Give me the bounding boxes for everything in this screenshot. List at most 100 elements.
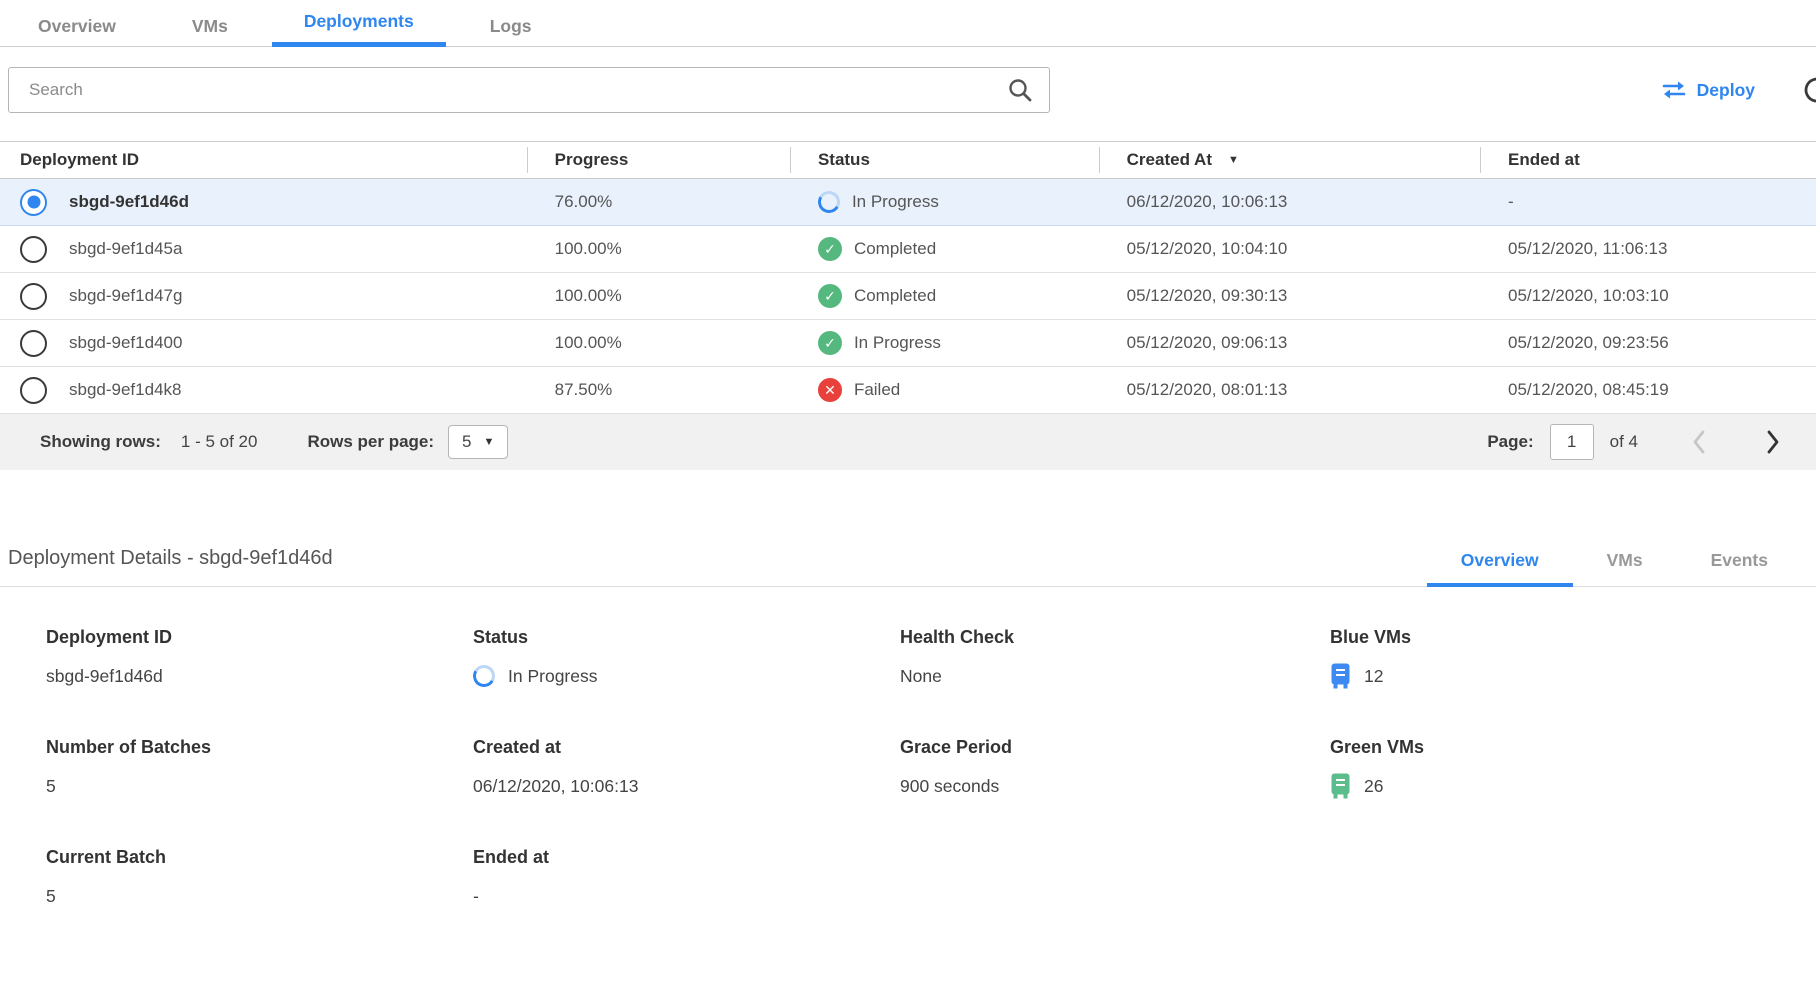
field-created-at: Created at 06/12/2020, 10:06:13 [473,737,900,799]
swap-arrows-icon [1661,79,1687,101]
progress-value: 76.00% [527,192,790,212]
field-status: Status In Progress [473,627,900,689]
table-row[interactable]: sbgd-9ef1d47g 100.00% ✓ Completed 05/12/… [0,273,1816,320]
completed-check-icon: ✓ [818,237,842,261]
search-icon[interactable] [1007,77,1033,103]
pagination: Page: of 4 [1487,424,1782,460]
in-progress-spinner-icon [815,189,842,216]
deploy-button-label: Deploy [1697,80,1755,101]
field-number-of-batches: Number of Batches 5 [46,737,473,799]
main-tab-bar: Overview VMs Deployments Logs [0,0,1816,47]
status-label: Completed [854,286,936,306]
deployment-id: sbgd-9ef1d45a [69,239,182,259]
in-progress-spinner-icon [471,663,498,690]
created-at-value: 05/12/2020, 09:30:13 [1099,286,1480,306]
created-at-value: 05/12/2020, 08:01:13 [1099,380,1480,400]
toolbar-actions: Deploy [1661,74,1816,106]
details-grid: Deployment ID sbgd-9ef1d46d Status In Pr… [0,587,1816,909]
page-label: Page: [1487,432,1533,452]
created-at-value: 06/12/2020, 10:06:13 [1099,192,1480,212]
col-header-progress[interactable]: Progress [527,150,790,170]
col-header-deployment-id[interactable]: Deployment ID [0,150,527,170]
status-label: In Progress [852,192,939,212]
toolbar: Deploy [0,47,1816,135]
deployment-details-section: Deployment Details - sbgd-9ef1d46d Overv… [0,540,1816,909]
completed-check-icon: ✓ [818,284,842,308]
field-health-check: Health Check None [900,627,1330,689]
row-radio[interactable] [20,377,47,404]
row-radio[interactable] [20,283,47,310]
status-label: Completed [854,239,936,259]
deployment-id: sbgd-9ef1d400 [69,333,182,353]
chevron-down-icon: ▼ [484,436,495,448]
tab-deployments[interactable]: Deployments [272,0,446,47]
progress-value: 100.00% [527,239,790,259]
field-blue-vms: Blue VMs 12 [1330,627,1816,689]
deployment-id: sbgd-9ef1d47g [69,286,182,306]
table-header: Deployment ID Progress Status Created At… [0,141,1816,179]
progress-value: 100.00% [527,286,790,306]
ended-at-value: 05/12/2020, 08:45:19 [1480,380,1816,400]
created-at-value: 05/12/2020, 10:04:10 [1099,239,1480,259]
failed-cross-icon: ✕ [818,378,842,402]
deployment-id: sbgd-9ef1d46d [69,192,189,212]
details-tab-overview[interactable]: Overview [1427,540,1573,587]
created-at-value: 05/12/2020, 09:06:13 [1099,333,1480,353]
blue-vm-icon [1330,663,1351,689]
next-page-button[interactable] [1764,429,1782,455]
table-row[interactable]: sbgd-9ef1d45a 100.00% ✓ Completed 05/12/… [0,226,1816,273]
status-cell: ✓ Completed [790,237,1099,261]
page-number-input[interactable] [1550,424,1594,460]
deploy-button[interactable]: Deploy [1661,79,1755,101]
showing-rows-label: Showing rows: [40,432,161,452]
details-title: Deployment Details - sbgd-9ef1d46d [0,547,333,586]
ended-at-value: 05/12/2020, 11:06:13 [1480,239,1816,259]
progress-value: 100.00% [527,333,790,353]
status-label: In Progress [854,333,941,353]
deployments-table: Deployment ID Progress Status Created At… [0,141,1816,470]
field-deployment-id: Deployment ID sbgd-9ef1d46d [46,627,473,689]
field-grace-period: Grace Period 900 seconds [900,737,1330,799]
search-input[interactable] [9,80,1007,100]
table-footer: Showing rows: 1 - 5 of 20 Rows per page:… [0,414,1816,470]
deployment-id: sbgd-9ef1d4k8 [69,380,181,400]
status-cell: In Progress [790,191,1099,213]
rows-per-page-select[interactable]: 5 ▼ [448,425,508,459]
details-tab-events[interactable]: Events [1677,540,1802,587]
col-header-created-at[interactable]: Created At ▼ [1099,150,1480,170]
sort-desc-icon[interactable]: ▼ [1228,154,1239,166]
row-radio[interactable] [20,330,47,357]
rows-per-page-label: Rows per page: [307,432,434,452]
status-cell: ✓ In Progress [790,331,1099,355]
ended-at-value: 05/12/2020, 10:03:10 [1480,286,1816,306]
status-label: Failed [854,380,900,400]
ended-at-value: 05/12/2020, 09:23:56 [1480,333,1816,353]
refresh-icon[interactable] [1801,74,1816,106]
col-header-ended-at[interactable]: Ended at [1480,150,1816,170]
row-radio[interactable] [20,189,47,216]
status-cell: ✓ Completed [790,284,1099,308]
col-header-status[interactable]: Status [790,150,1099,170]
status-cell: ✕ Failed [790,378,1099,402]
search-box [8,67,1050,113]
field-ended-at: Ended at - [473,847,900,909]
completed-check-icon: ✓ [818,331,842,355]
tab-vms[interactable]: VMs [160,4,260,47]
table-row[interactable]: sbgd-9ef1d4k8 87.50% ✕ Failed 05/12/2020… [0,367,1816,414]
progress-value: 87.50% [527,380,790,400]
prev-page-button[interactable] [1690,429,1708,455]
table-row[interactable]: sbgd-9ef1d46d 76.00% In Progress 06/12/2… [0,179,1816,226]
tab-logs[interactable]: Logs [458,4,564,47]
row-radio[interactable] [20,236,47,263]
details-tab-vms[interactable]: VMs [1573,540,1677,587]
table-row[interactable]: sbgd-9ef1d400 100.00% ✓ In Progress 05/1… [0,320,1816,367]
deployments-page: Overview VMs Deployments Logs Deploy [0,0,1816,992]
showing-rows-value: 1 - 5 of 20 [181,432,258,452]
details-tab-bar: Overview VMs Events [1427,540,1802,586]
field-current-batch: Current Batch 5 [46,847,473,909]
tab-overview[interactable]: Overview [6,4,148,47]
ended-at-value: - [1480,192,1816,212]
green-vm-icon [1330,773,1351,799]
page-total: of 4 [1610,432,1638,452]
details-header: Deployment Details - sbgd-9ef1d46d Overv… [0,540,1816,587]
